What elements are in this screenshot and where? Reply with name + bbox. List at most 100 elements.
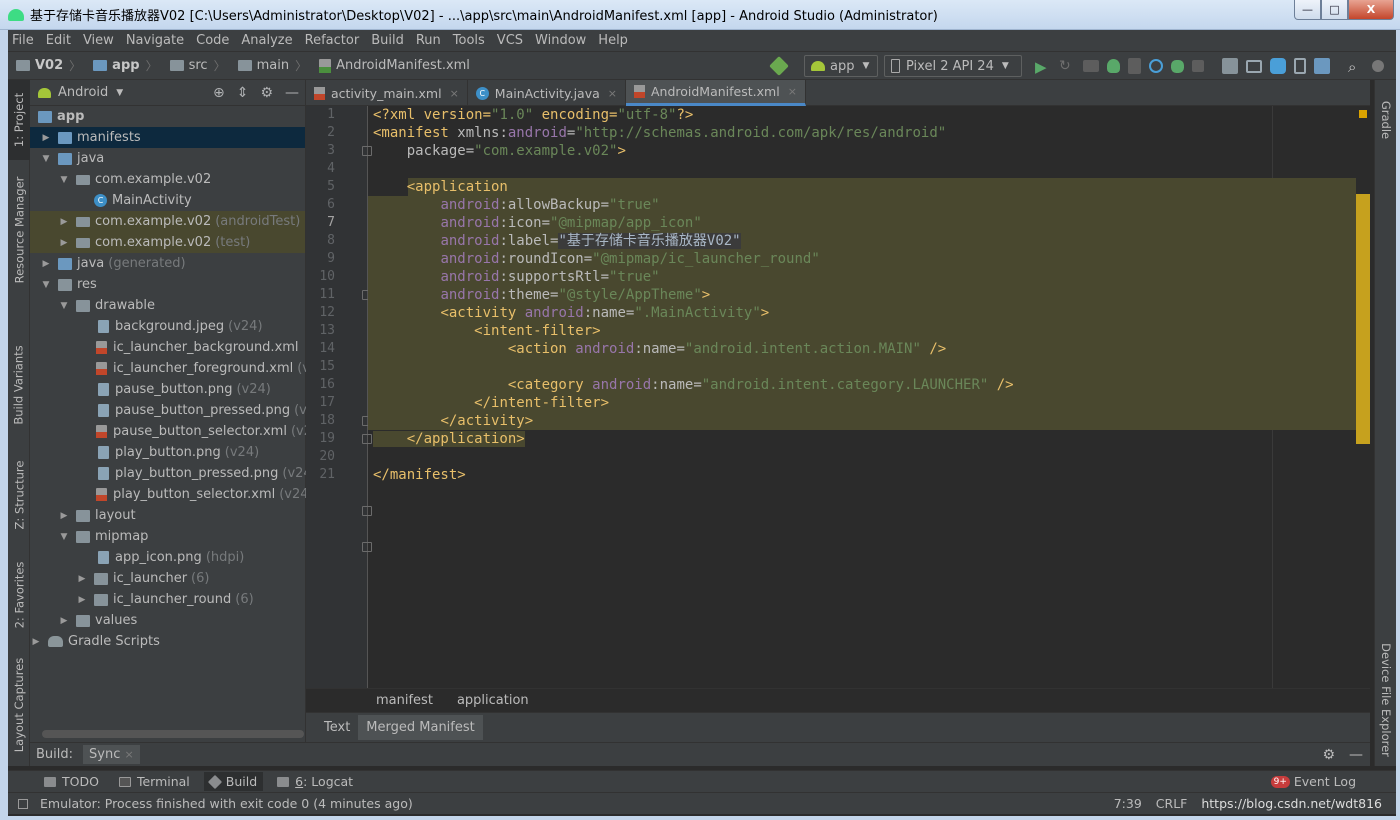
tree-item-play-button-selector[interactable]: play_button_selector.xml (v24) [30, 484, 314, 505]
tree-item-res[interactable]: ▼ res [30, 274, 305, 295]
nav-crumb-file[interactable]: AndroidManifest.xml [311, 58, 470, 73]
debug-icon[interactable] [1107, 59, 1120, 73]
tab-androidmanifest-xml[interactable]: AndroidManifest.xml × [625, 80, 806, 106]
locate-file-icon[interactable]: ⊕ [213, 85, 225, 101]
highlight-marker[interactable] [1356, 194, 1370, 444]
tree-item-app-icon[interactable]: app_icon.png (hdpi) [30, 547, 305, 568]
tree-item-manifests[interactable]: ▶ manifests [30, 127, 305, 148]
minimize-button[interactable]: — [1294, 0, 1321, 20]
warning-icon[interactable] [1359, 110, 1367, 118]
tab-gradle[interactable]: Gradle [1375, 90, 1397, 150]
layout-inspector-icon[interactable] [1246, 59, 1262, 73]
tab-sync[interactable]: Sync × [83, 745, 140, 764]
tab-device-file-explorer[interactable]: Device File Explorer [1375, 640, 1397, 760]
hide-panel-icon[interactable]: — [1349, 747, 1363, 763]
tree-item-gradle-scripts[interactable]: ▶ Gradle Scripts [30, 631, 305, 652]
tab-structure[interactable]: Z: Structure [8, 450, 30, 540]
search-icon[interactable]: ⌕ [1348, 58, 1364, 76]
tree-item-play-button[interactable]: play_button.png (v24) [30, 442, 305, 463]
breadcrumb-manifest[interactable]: manifest [376, 693, 433, 708]
make-project-icon[interactable] [769, 56, 789, 76]
attach-process-icon[interactable] [1171, 59, 1184, 73]
caret-position[interactable]: 7:39 [1114, 796, 1142, 811]
tree-item-java[interactable]: ▼ java [30, 148, 305, 169]
tree-item-ic-launcher[interactable]: ▶ ic_launcher (6) [30, 568, 305, 589]
maximize-button[interactable]: □ [1321, 0, 1348, 20]
project-horizontal-scrollbar[interactable] [42, 730, 304, 738]
tab-merged-manifest[interactable]: Merged Manifest [358, 715, 483, 740]
run-config-dropdown[interactable]: app ▼ [804, 55, 878, 77]
tree-item-ic-launcher-foreground[interactable]: ic_launcher_foreground.xml (v24) [30, 358, 332, 379]
tab-resource-manager[interactable]: Resource Manager [8, 170, 30, 290]
error-stripe[interactable] [1356, 106, 1370, 688]
tree-item-background-jpeg[interactable]: background.jpeg (v24) [30, 316, 305, 337]
menu-run[interactable]: Run [410, 33, 447, 48]
device-dropdown[interactable]: Pixel 2 API 24 ▼ [884, 55, 1022, 77]
nav-crumb-project[interactable]: V02 〉 [8, 57, 81, 74]
menu-edit[interactable]: Edit [40, 33, 77, 48]
ide-user-icon[interactable] [1372, 60, 1384, 72]
apply-code-changes-icon[interactable] [1083, 60, 1099, 72]
tree-item-app[interactable]: app [30, 106, 305, 127]
tab-activity-main-xml[interactable]: activity_main.xml × [306, 80, 468, 106]
tab-project-tool[interactable]: 1: Project [8, 80, 30, 160]
tree-item-ic-launcher-round[interactable]: ▶ ic_launcher_round (6) [30, 589, 305, 610]
tree-item-values[interactable]: ▶ values [30, 610, 305, 631]
tree-item-drawable[interactable]: ▼ drawable [30, 295, 305, 316]
tree-item-layout[interactable]: ▶ layout [30, 505, 305, 526]
code-editor[interactable]: 1 2 3 4 5 6 7 8 9 10 11 12 13 14 15 16 1… [306, 106, 1370, 688]
menu-code[interactable]: Code [190, 33, 235, 48]
profile-icon[interactable] [1149, 59, 1163, 73]
menu-build[interactable]: Build [365, 33, 410, 48]
avd-manager-icon[interactable] [1294, 58, 1306, 74]
tree-item-package-androidtest[interactable]: ▶ com.example.v02 (androidTest) [30, 211, 305, 232]
project-view-select[interactable]: Android [58, 85, 108, 100]
menu-refactor[interactable]: Refactor [299, 33, 366, 48]
tree-item-package-test[interactable]: ▶ com.example.v02 (test) [30, 232, 305, 253]
menu-analyze[interactable]: Analyze [235, 33, 298, 48]
line-separator[interactable]: CRLF [1156, 796, 1188, 811]
menu-file[interactable]: File [8, 33, 40, 48]
sdk-manager-icon[interactable] [1314, 58, 1330, 74]
tree-item-mipmap[interactable]: ▼ mipmap [30, 526, 305, 547]
tree-item-pause-button-selector[interactable]: pause_button_selector.xml (v24) [30, 421, 325, 442]
project-structure-icon[interactable] [1222, 58, 1238, 74]
stop-icon[interactable] [1192, 60, 1204, 72]
fold-marker-icon[interactable] [362, 506, 372, 516]
tab-layout-captures[interactable]: Layout Captures [8, 650, 30, 760]
tree-item-play-button-pressed[interactable]: play_button_pressed.png (v24) [30, 463, 317, 484]
tree-item-package[interactable]: ▼ com.example.v02 [30, 169, 305, 190]
close-tab-icon[interactable]: × [450, 87, 459, 100]
close-tab-icon[interactable]: × [788, 85, 797, 98]
gear-icon[interactable]: ⚙ [1322, 747, 1335, 763]
hide-panel-icon[interactable]: — [285, 85, 299, 101]
tree-item-pause-button[interactable]: pause_button.png (v24) [30, 379, 305, 400]
tab-favorites[interactable]: 2: Favorites [8, 550, 30, 640]
tab-build-variants[interactable]: Build Variants [8, 330, 30, 440]
menu-view[interactable]: View [77, 33, 120, 48]
nav-crumb-main[interactable]: main 〉 [230, 57, 307, 74]
tree-item-pause-button-pressed[interactable]: pause_button_pressed.png (v24) [30, 400, 328, 421]
status-message[interactable]: Emulator: Process finished with exit cod… [40, 796, 413, 811]
run-icon[interactable]: ▶ [1035, 58, 1051, 76]
nav-crumb-src[interactable]: src 〉 [162, 57, 226, 74]
menu-tools[interactable]: Tools [447, 33, 491, 48]
breadcrumb-application[interactable]: application [457, 693, 529, 708]
menu-window[interactable]: Window [529, 33, 592, 48]
attach-debugger-icon[interactable] [1128, 58, 1141, 74]
build-tool-button[interactable]: Build [203, 772, 264, 791]
menu-help[interactable]: Help [592, 33, 634, 48]
terminal-tool-button[interactable]: Terminal [113, 772, 196, 791]
tab-text[interactable]: Text [316, 715, 358, 740]
sync-gradle-icon[interactable] [1270, 58, 1286, 74]
nav-crumb-module[interactable]: app 〉 [85, 57, 158, 74]
tree-item-mainactivity[interactable]: C MainActivity [30, 190, 305, 211]
tree-item-java-generated[interactable]: ▶ java (generated) [30, 253, 305, 274]
menu-navigate[interactable]: Navigate [120, 33, 190, 48]
logcat-tool-button[interactable]: 6: Logcat [271, 772, 359, 791]
tab-mainactivity-java[interactable]: C MainActivity.java × [468, 80, 626, 106]
event-log-button[interactable]: 9+ Event Log [1270, 774, 1356, 789]
apply-changes-icon[interactable]: ↻ [1059, 58, 1075, 74]
gear-icon[interactable]: ⚙ [260, 85, 273, 101]
chevron-down-icon[interactable]: ▼ [116, 88, 123, 98]
